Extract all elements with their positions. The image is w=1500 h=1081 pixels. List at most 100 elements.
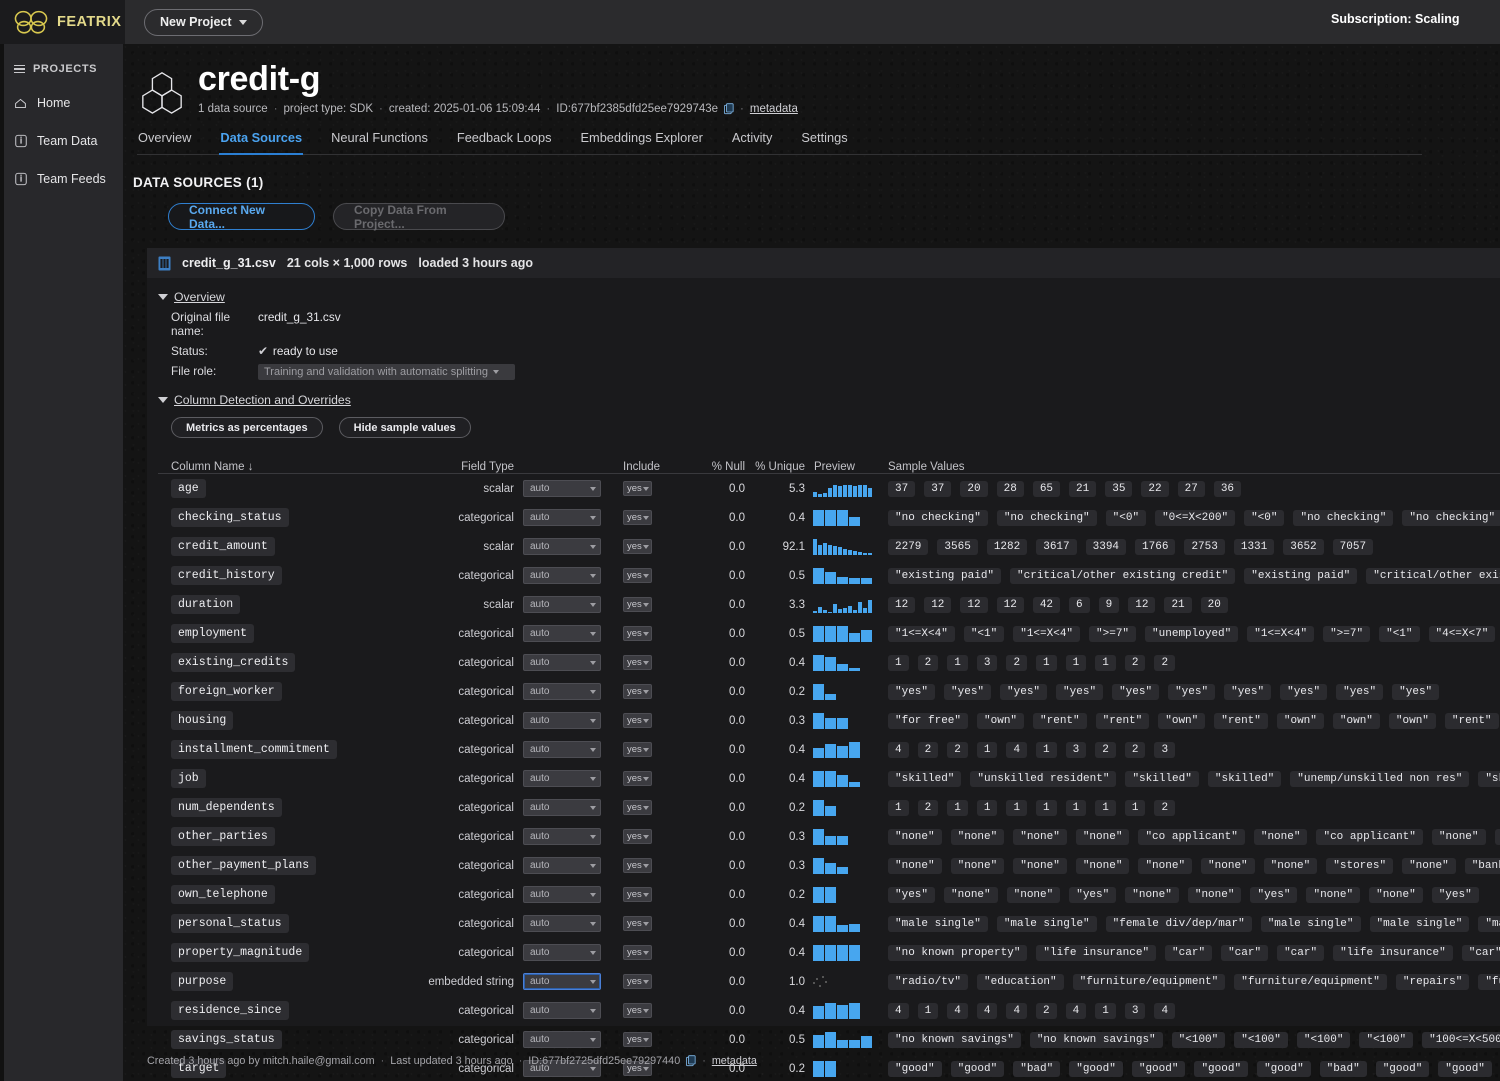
cell-preview <box>813 567 888 584</box>
include-select[interactable]: yes <box>623 510 652 525</box>
include-select[interactable]: yes <box>623 597 652 612</box>
include-select[interactable]: yes <box>623 887 652 902</box>
sidebar-item-team-data[interactable]: Team Data <box>0 126 123 156</box>
field-type-override-select[interactable]: auto <box>523 538 601 555</box>
column-name-chip: other_payment_plans <box>171 856 317 875</box>
header-column-name[interactable]: Column Name ↓ <box>158 461 408 473</box>
field-type-override-select[interactable]: auto <box>523 654 601 671</box>
field-type-override-select[interactable]: auto <box>523 886 601 903</box>
field-type-override-select[interactable]: auto <box>523 915 601 932</box>
cell-field-type: scalar <box>483 540 514 553</box>
column-detection-block: Column Detection and Overrides Metrics a… <box>158 393 1500 438</box>
sample-value-chip: "none" <box>1013 828 1067 845</box>
data-source-file-name: credit_g_31.csv <box>182 256 276 270</box>
cell-override: auto <box>523 741 623 758</box>
include-select[interactable]: yes <box>623 655 652 670</box>
include-select[interactable]: yes <box>623 916 652 931</box>
new-project-button[interactable]: New Project <box>144 8 263 36</box>
file-role-select[interactable]: Training and validation with automatic s… <box>258 364 515 380</box>
copy-data-from-project-button[interactable]: Copy Data From Project... <box>333 203 505 231</box>
copy-icon[interactable] <box>724 102 734 115</box>
field-type-override-select[interactable]: auto <box>523 973 601 990</box>
data-source-file-bar[interactable]: credit_g_31.csv 21 cols × 1,000 rows loa… <box>147 248 1500 278</box>
include-select[interactable]: yes <box>623 1032 652 1047</box>
sample-value-chip: "yes" <box>1000 683 1048 700</box>
include-value: yes <box>627 1005 642 1016</box>
field-type-override-select[interactable]: auto <box>523 857 601 874</box>
tab-feedback-loops[interactable]: Feedback Loops <box>456 130 553 155</box>
copy-icon[interactable] <box>686 1055 696 1067</box>
field-type-override-select[interactable]: auto <box>523 509 601 526</box>
header-include: Include <box>623 461 661 473</box>
overview-disclosure[interactable]: Overview <box>158 290 1500 304</box>
include-select[interactable]: yes <box>623 713 652 728</box>
tab-settings[interactable]: Settings <box>800 130 848 155</box>
footer-metadata-link[interactable]: metadata <box>712 1055 757 1067</box>
cell-sample-values: "existing paid" "critical/other existing … <box>888 567 1500 584</box>
sidebar-item-home[interactable]: Home <box>0 88 123 118</box>
tab-activity[interactable]: Activity <box>731 130 774 155</box>
field-type-override-select[interactable]: auto <box>523 683 601 700</box>
include-select[interactable]: yes <box>623 945 652 960</box>
include-select[interactable]: yes <box>623 568 652 583</box>
include-select[interactable]: yes <box>623 684 652 699</box>
cell-preview <box>813 857 888 874</box>
field-type-override-select[interactable]: auto <box>523 770 601 787</box>
cell-pct-unique: 0.5 <box>789 1033 805 1046</box>
field-type-override-select[interactable]: auto <box>523 625 601 642</box>
field-type-override-select[interactable]: auto <box>523 596 601 613</box>
preview-histogram <box>813 654 888 671</box>
include-select[interactable]: yes <box>623 481 652 496</box>
sample-value-chip: "for free" <box>888 712 969 729</box>
include-select[interactable]: yes <box>623 1003 652 1018</box>
field-type-override-select[interactable]: auto <box>523 1002 601 1019</box>
field-type-override-select[interactable]: auto <box>523 799 601 816</box>
field-type-override-select[interactable]: auto <box>523 741 601 758</box>
tab-neural-functions[interactable]: Neural Functions <box>330 130 429 155</box>
column-name-chip: foreign_worker <box>171 682 282 701</box>
column-name-chip: property_magnitude <box>171 943 310 962</box>
include-select[interactable]: yes <box>623 974 652 989</box>
cell-pct-unique: 0.2 <box>789 888 805 901</box>
sample-value-chip: "0<=X<200" <box>1155 509 1236 526</box>
sidebar-item-team-feeds[interactable]: Team Feeds <box>0 164 123 194</box>
include-select[interactable]: yes <box>623 771 652 786</box>
include-select[interactable]: yes <box>623 626 652 641</box>
sample-value-chip: 1 <box>947 654 968 671</box>
metadata-link[interactable]: metadata <box>750 103 798 115</box>
cell-preview <box>813 712 888 729</box>
tab-embeddings-explorer[interactable]: Embeddings Explorer <box>580 130 704 155</box>
sample-value-chip: 1 <box>1124 799 1146 816</box>
hide-sample-values-button[interactable]: Hide sample values <box>338 417 471 438</box>
sample-value-chip: "none" <box>888 857 942 874</box>
metrics-as-percentages-button[interactable]: Metrics as percentages <box>171 417 323 438</box>
brand-zone[interactable]: FEATRIX <box>0 0 125 44</box>
tab-data-sources[interactable]: Data Sources <box>219 130 304 155</box>
field-type-override-select[interactable]: auto <box>523 480 601 497</box>
field-type-override-select[interactable]: auto <box>523 828 601 845</box>
sidebar-header[interactable]: PROJECTS <box>0 58 123 80</box>
field-type-override-select[interactable]: auto <box>523 567 601 584</box>
cell-pct-null: 0.0 <box>729 917 745 930</box>
connect-new-data-button[interactable]: Connect New Data... <box>168 203 315 231</box>
column-detection-disclosure[interactable]: Column Detection and Overrides <box>158 393 1500 407</box>
include-select[interactable]: yes <box>623 800 652 815</box>
chevron-down-icon <box>590 834 596 839</box>
field-type-override-select[interactable]: auto <box>523 944 601 961</box>
column-name-chip: installment_commitment <box>171 740 337 759</box>
override-value: auto <box>530 570 550 581</box>
cell-preview <box>813 509 888 526</box>
chevron-down-icon <box>590 776 596 781</box>
field-type-override-select[interactable]: auto <box>523 1031 601 1048</box>
include-select[interactable]: yes <box>623 829 652 844</box>
include-select[interactable]: yes <box>623 539 652 554</box>
cell-pct-null: 0.0 <box>729 801 745 814</box>
tab-overview[interactable]: Overview <box>137 130 192 155</box>
cell-pct-unique: 92.1 <box>782 540 805 553</box>
sample-value-chip: "unemp/unskilled non res" <box>1290 770 1470 787</box>
field-type-override-select[interactable]: auto <box>523 712 601 729</box>
cell-override: auto <box>523 857 623 874</box>
include-select[interactable]: yes <box>623 858 652 873</box>
include-select[interactable]: yes <box>623 742 652 757</box>
chevron-down-icon <box>590 921 596 926</box>
